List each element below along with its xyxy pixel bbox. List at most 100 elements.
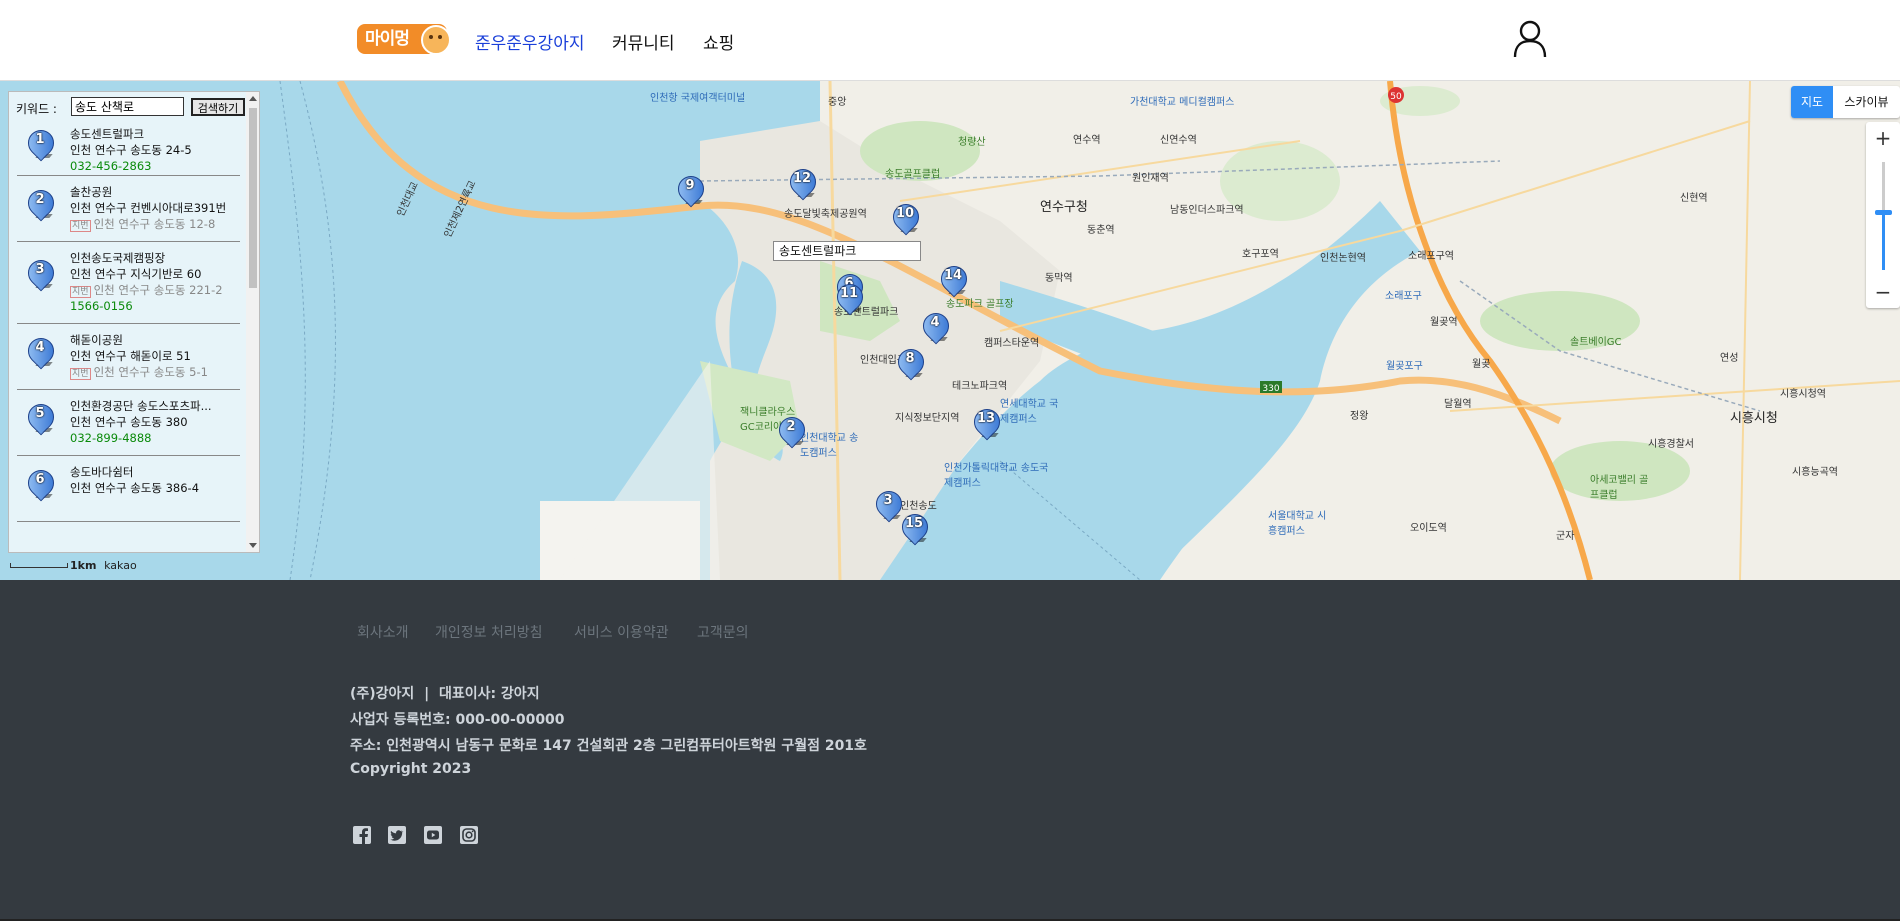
label-hogupo: 호구포역 <box>1242 249 1279 260</box>
list-item[interactable]: 4 해돋이공원 인천 연수구 해돋이로 51 지번 인천 연수구 송도동 5-1 <box>17 324 240 390</box>
place-name: 인천환경공단 송도스포츠파... <box>70 399 212 413</box>
label-dongchun: 동춘역 <box>1087 225 1115 236</box>
place-address: 인천 연수구 송도동 380 <box>70 415 188 429</box>
search-button[interactable]: 검색하기 <box>191 98 245 116</box>
map-marker[interactable]: 3 <box>870 485 908 525</box>
map-marker[interactable]: 10 <box>887 198 925 238</box>
label-yeonsu-gu-office: 연수구청 <box>1040 200 1088 215</box>
label-yonsei: 연세대학교 국제캠퍼스 <box>1000 399 1059 425</box>
footer-biz-no: 사업자 등록번호: 000-00-00000 <box>350 712 565 728</box>
list-marker: 2 <box>22 184 60 224</box>
scale-bar <box>10 563 68 568</box>
instagram-icon[interactable] <box>459 825 479 845</box>
list-marker: 1 <box>22 124 60 164</box>
zoom-slider-handle[interactable] <box>1875 210 1892 215</box>
zoom-in-button[interactable]: + <box>1866 122 1900 154</box>
footer-company-line: (주)강아지 | 대표이사: 강아지 <box>350 686 540 702</box>
label-asego-valley: 아세코밸리 골프클럽 <box>1590 475 1649 501</box>
footer-link-privacy[interactable]: 개인정보 처리방침 <box>435 622 543 642</box>
label-campus-town: 캠퍼스타운역 <box>984 338 1040 349</box>
list-item[interactable]: 2 솔찬공원 인천 연수구 컨벤시아대로391번 지번 인천 연수구 송도동 12… <box>17 176 240 242</box>
label-siheung-city-hall-station: 시흥시청역 <box>1780 389 1826 400</box>
place-tel: 1566-0156 <box>70 299 133 313</box>
site-header: 마이멍 준우준우강아지 커뮤니티 쇼핑 <box>0 0 1900 81</box>
twitter-icon[interactable] <box>387 825 407 845</box>
places-list: 1 송도센트럴파크 인천 연수구 송도동 24-5 032-456-2863 2… <box>17 122 240 522</box>
place-tel: 032-899-4888 <box>70 431 152 445</box>
zoom-out-button[interactable]: − <box>1866 276 1900 308</box>
map-marker[interactable]: 13 <box>968 403 1006 443</box>
marker-infowindow: 송도센트럴파크 <box>773 241 921 261</box>
footer-address: 주소: 인천광역시 남동구 문화로 147 건설회관 2층 그린컴퓨터아트학원 … <box>350 738 867 754</box>
route-50-badge: 50 <box>1390 92 1402 102</box>
dog-logo-icon <box>421 25 451 55</box>
footer-link-contact[interactable]: 고객문의 <box>697 622 749 642</box>
scroll-up-arrow-icon[interactable] <box>249 96 257 101</box>
keyword-input[interactable] <box>71 97 184 116</box>
label-incheon-port: 인천항 국제여객터미널 <box>650 93 746 104</box>
map-type-skyview-button[interactable]: 스카이뷰 <box>1835 86 1898 118</box>
label-gachon: 가천대학교 메디컬캠퍼스 <box>1130 97 1235 108</box>
map-marker[interactable]: 12 <box>784 163 822 203</box>
map-marker[interactable]: 15 <box>896 508 934 548</box>
list-marker: 6 <box>22 464 60 504</box>
user-icon[interactable] <box>1512 20 1548 58</box>
label-sinyeonsu: 신연수역 <box>1160 135 1197 146</box>
map-base-layer: 50 330 <box>279 81 1900 580</box>
jibun-tag: 지번 <box>70 368 91 380</box>
route-330-badge: 330 <box>1262 384 1279 394</box>
label-wonin: 원인재역 <box>1132 173 1169 184</box>
map-marker[interactable]: 4 <box>917 307 955 347</box>
logo-text: 마이멍 <box>365 29 410 49</box>
label-catholic: 인천가톨릭대학교 송도국제캠퍼스 <box>944 463 1049 489</box>
footer-link-terms[interactable]: 서비스 이용약관 <box>574 622 669 642</box>
label-jeongwang: 정왕 <box>1350 411 1369 422</box>
nav-junwoo-dog[interactable]: 준우준우강아지 <box>475 29 584 54</box>
label-seoul-univ-siheung: 서울대학교 시흥캠퍼스 <box>1268 511 1327 537</box>
place-address: 인천 연수구 컨벤시아대로391번 <box>70 201 227 215</box>
panel-scrollbar[interactable] <box>246 92 259 552</box>
map-type-control: 지도 스카이뷰 <box>1791 86 1900 118</box>
youtube-icon[interactable] <box>423 825 443 845</box>
label-jisik: 지식정보단지역 <box>895 413 960 424</box>
scroll-down-arrow-icon[interactable] <box>249 543 257 548</box>
map-type-map-button[interactable]: 지도 <box>1791 86 1833 118</box>
list-item[interactable]: 1 송도센트럴파크 인천 연수구 송도동 24-5 032-456-2863 <box>17 122 240 176</box>
label-sorae-port: 소래포구 <box>1385 291 1422 302</box>
label-cheongnyang: 청량산 <box>958 137 986 148</box>
nav-shopping[interactable]: 쇼핑 <box>703 29 734 54</box>
places-panel: 키워드 : 검색하기 1 송도센트럴파크 인천 연수구 송도동 24-5 032… <box>8 91 260 553</box>
jibun-tag: 지번 <box>70 220 91 232</box>
zoom-control: + − <box>1866 122 1900 308</box>
list-item[interactable]: 6 송도바다쉼터 인천 연수구 송도동 386-4 <box>17 456 240 522</box>
map-marker[interactable]: 14 <box>935 260 973 300</box>
zoom-slider-fill <box>1882 214 1885 270</box>
place-tel: 032-456-2863 <box>70 159 152 173</box>
list-item[interactable]: 5 인천환경공단 송도스포츠파... 인천 연수구 송도동 380 032-89… <box>17 390 240 456</box>
map-canvas[interactable]: 50 330 인천항 국제여객터미널 가천대학교 메디컬캠퍼스 청량산 연수역 … <box>0 81 1900 580</box>
label-siheung-city-hall: 시흥시청 <box>1730 411 1778 426</box>
scroll-thumb[interactable] <box>249 108 257 288</box>
list-item[interactable]: 3 인천송도국제캠핑장 인천 연수구 지식기반로 60 지번 인천 연수구 송도동… <box>17 242 240 324</box>
place-address: 인천 연수구 지식기반로 60 <box>70 267 202 281</box>
site-footer: 회사소개 개인정보 처리방침 서비스 이용약관 고객문의 (주)강아지 | 대표… <box>0 580 1900 921</box>
label-dongmak: 동막역 <box>1045 273 1073 284</box>
footer-copyright: Copyright 2023 <box>350 761 472 777</box>
facebook-icon[interactable] <box>352 825 372 845</box>
place-name: 해돋이공원 <box>70 333 123 347</box>
map-marker[interactable]: 2 <box>773 411 811 451</box>
map-marker[interactable]: 8 <box>892 343 930 383</box>
list-marker: 3 <box>22 254 60 294</box>
place-name: 송도센트럴파크 <box>70 127 145 141</box>
nav-community[interactable]: 커뮤니티 <box>612 29 675 54</box>
label-namdong: 남동인더스파크역 <box>1170 205 1244 216</box>
map-marker[interactable]: 9 <box>672 170 710 210</box>
place-address: 인천 연수구 해돋이로 51 <box>70 349 191 363</box>
place-name: 솔찬공원 <box>70 185 113 199</box>
map-marker[interactable]: 11 <box>831 278 869 318</box>
label-oido: 오이도역 <box>1410 523 1447 534</box>
site-logo[interactable]: 마이멍 <box>357 24 451 55</box>
label-incheon-nonhyeon: 인천논현역 <box>1320 253 1366 264</box>
label-siheung-neunggok: 시흥능곡역 <box>1792 467 1838 478</box>
footer-link-about[interactable]: 회사소개 <box>357 622 409 642</box>
